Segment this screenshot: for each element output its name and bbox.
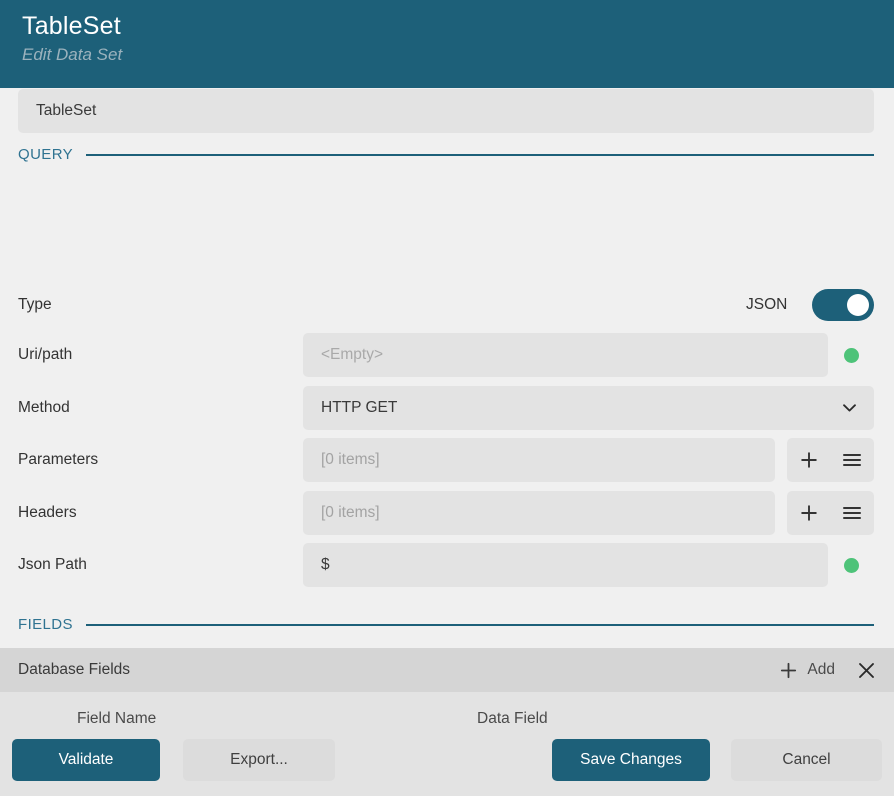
row-parameters: Parameters	[0, 438, 894, 482]
export-button[interactable]: Export...	[183, 739, 335, 781]
database-fields-title: Database Fields	[18, 661, 777, 679]
method-select-value: HTTP GET	[321, 399, 397, 417]
json-path-status-dot	[844, 558, 859, 573]
row-json-path: Json Path	[0, 543, 894, 587]
page-title: TableSet	[22, 10, 894, 43]
chevron-down-icon	[843, 404, 856, 412]
plus-icon[interactable]	[798, 502, 820, 524]
label-type: Type	[18, 296, 52, 314]
headers-actions[interactable]	[787, 491, 874, 535]
dataset-name-input[interactable]	[18, 89, 874, 133]
database-fields-header: Database Fields Add	[0, 648, 894, 692]
footer-actions: Validate Export... Save Changes Cancel	[0, 724, 894, 796]
label-json-path: Json Path	[18, 556, 87, 574]
parameters-actions[interactable]	[787, 438, 874, 482]
plus-icon[interactable]	[798, 449, 820, 471]
save-changes-button[interactable]: Save Changes	[552, 739, 710, 781]
edit-data-set-window: TableSet Edit Data Set QUERY Type JSON U…	[0, 0, 894, 796]
form-body: QUERY Type JSON Uri/path Method HTTP GET	[0, 88, 894, 796]
add-field-button[interactable]: Add	[777, 659, 835, 681]
section-label-fields: FIELDS	[18, 616, 73, 633]
section-header-fields: FIELDS	[18, 616, 874, 633]
hamburger-icon[interactable]	[841, 449, 863, 471]
hamburger-icon[interactable]	[841, 502, 863, 524]
row-uri-path: Uri/path	[0, 333, 894, 377]
parameters-input[interactable]	[303, 438, 775, 482]
label-method: Method	[18, 399, 70, 417]
label-headers: Headers	[18, 504, 77, 522]
section-header-query: QUERY	[18, 146, 874, 163]
page-subtitle: Edit Data Set	[22, 43, 894, 67]
uri-path-input[interactable]	[303, 333, 828, 377]
method-select[interactable]: HTTP GET	[303, 386, 874, 430]
row-headers: Headers	[0, 491, 894, 535]
cancel-button[interactable]: Cancel	[731, 739, 882, 781]
row-type: Type JSON	[0, 283, 894, 327]
section-rule	[86, 624, 874, 626]
toggle-knob	[847, 294, 869, 316]
toggle-label-json: JSON	[746, 296, 787, 314]
close-icon[interactable]	[857, 661, 876, 680]
json-path-input[interactable]	[303, 543, 828, 587]
headers-input[interactable]	[303, 491, 775, 535]
section-label-query: QUERY	[18, 146, 73, 163]
section-rule	[86, 154, 874, 156]
label-parameters: Parameters	[18, 451, 98, 469]
window-header: TableSet Edit Data Set	[0, 0, 894, 88]
plus-icon	[777, 659, 799, 681]
uri-status-dot	[844, 348, 859, 363]
add-field-label: Add	[807, 661, 835, 679]
label-uri-path: Uri/path	[18, 346, 72, 364]
validate-button[interactable]: Validate	[12, 739, 160, 781]
row-method: Method HTTP GET	[0, 386, 894, 430]
json-toggle[interactable]	[812, 289, 874, 321]
